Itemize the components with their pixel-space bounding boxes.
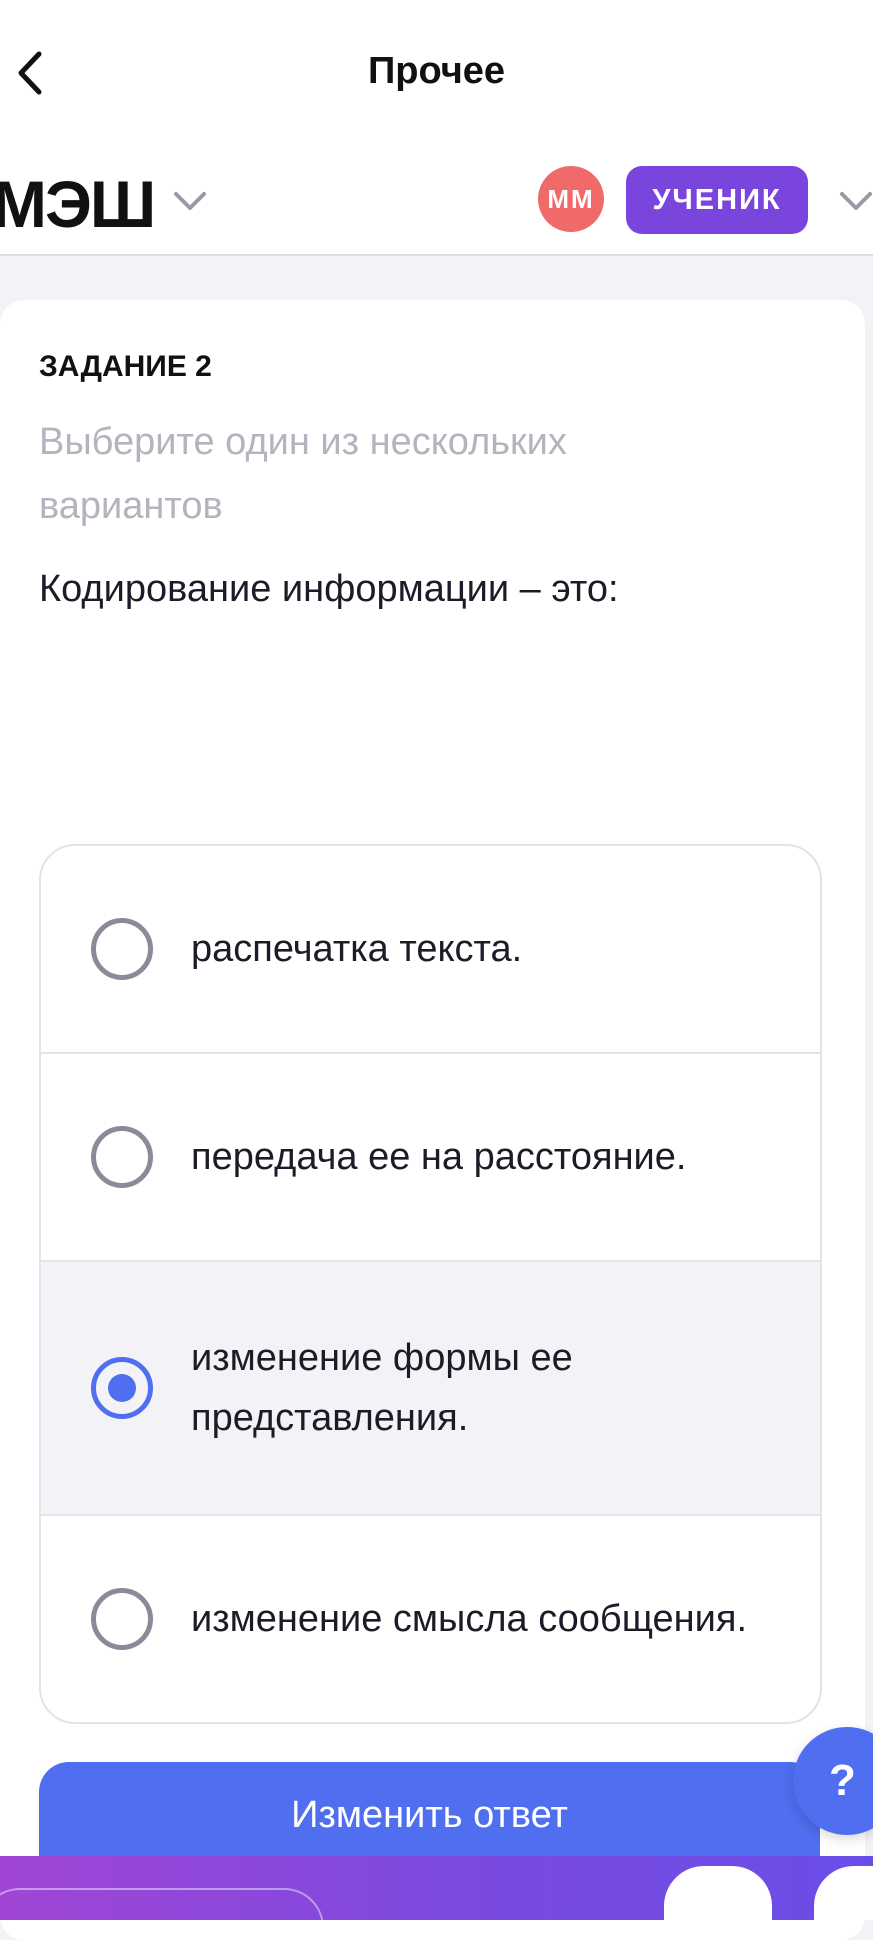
task-label: ЗАДАНИЕ 2	[39, 350, 212, 383]
radio-button[interactable]	[91, 918, 153, 980]
user-avatar[interactable]: ММ	[538, 166, 604, 232]
app-logo: МЭШ	[0, 167, 156, 241]
role-menu-toggle[interactable]	[838, 190, 873, 217]
chevron-down-icon	[174, 192, 206, 210]
answer-option-2[interactable]: передача ее на расстояние.	[41, 1052, 820, 1260]
top-bar: Прочее	[0, 0, 873, 150]
answer-option-4[interactable]: изменение смысла сообщения.	[41, 1514, 820, 1722]
footer-button[interactable]	[814, 1866, 873, 1920]
radio-button[interactable]	[91, 1588, 153, 1650]
chevron-down-icon	[840, 192, 872, 210]
answer-option-label: изменение смысла сообщения.	[191, 1598, 748, 1640]
footer-pill-button[interactable]	[0, 1888, 324, 1920]
answer-options: распечатка текста. передача ее на рассто…	[39, 844, 822, 1724]
role-badge[interactable]: УЧЕНИК	[626, 166, 808, 234]
radio-button-selected[interactable]	[91, 1357, 153, 1419]
answer-option-label: передача ее на расстояние.	[191, 1136, 687, 1178]
footer-button[interactable]	[664, 1866, 772, 1920]
bottom-bar	[0, 1856, 873, 1920]
radio-button[interactable]	[91, 1126, 153, 1188]
answer-option-label: распечатка текста.	[191, 928, 523, 970]
brand-bar: МЭШ ММ УЧЕНИК	[0, 150, 873, 256]
answer-option-label: изменение формы ее представления.	[191, 1337, 573, 1439]
answer-option-3[interactable]: изменение формы ее представления.	[41, 1260, 820, 1514]
answer-option-1[interactable]: распечатка текста.	[41, 846, 820, 1052]
task-instruction: Выберите один из нескольких вариантов	[39, 421, 567, 527]
task-card: ЗАДАНИЕ 2 Выберите один из нескольких ва…	[0, 300, 865, 1940]
radio-dot-icon	[108, 1374, 136, 1402]
page-title: Прочее	[367, 50, 506, 92]
brand-menu-toggle[interactable]	[172, 190, 208, 217]
task-question: Кодирование информации – это:	[39, 568, 619, 610]
